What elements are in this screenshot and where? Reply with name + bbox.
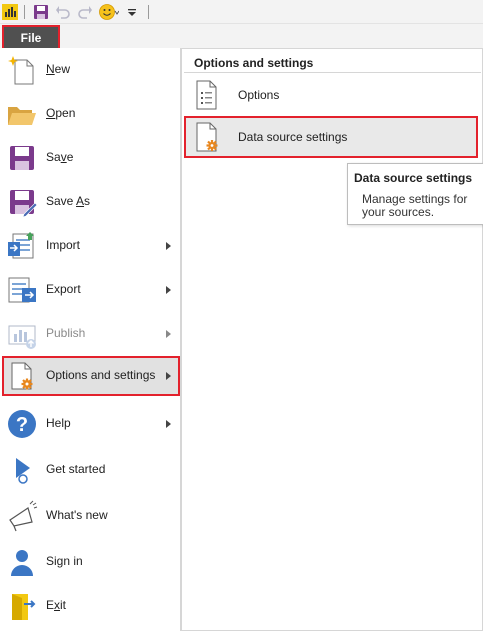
tooltip-title: Data source settings xyxy=(354,171,473,185)
smiley-feedback-icon[interactable] xyxy=(98,2,120,22)
import-icon xyxy=(6,230,38,262)
menu-item-label: Get started xyxy=(46,462,106,476)
options-page-icon xyxy=(191,79,223,111)
toolbar-separator xyxy=(148,5,149,19)
power-bi-logo-icon xyxy=(2,2,18,22)
panel-title: Options and settings xyxy=(194,56,314,70)
menu-item-export[interactable]: Export xyxy=(2,270,180,310)
export-icon xyxy=(6,274,38,306)
menu-item-save-as[interactable]: Save As xyxy=(2,182,180,222)
menu-item-options-and-settings[interactable]: Options and settings xyxy=(2,356,180,396)
data-source-settings-tooltip: Data source settings Manage settings for… xyxy=(347,163,483,225)
submenu-arrow-icon xyxy=(166,330,171,338)
redo-icon[interactable] xyxy=(76,2,94,22)
save-as-icon xyxy=(6,186,38,218)
undo-icon[interactable] xyxy=(54,2,72,22)
panel-divider xyxy=(184,72,481,73)
menu-item-whats-new[interactable]: What's new xyxy=(2,496,180,536)
file-tab[interactable]: File xyxy=(2,25,60,50)
quick-access-toolbar xyxy=(0,0,483,24)
user-icon xyxy=(6,546,38,578)
panel-item-label: Options xyxy=(238,88,280,102)
menu-item-sign-in[interactable]: Sign in xyxy=(2,542,180,582)
menu-item-get-started[interactable]: Get started xyxy=(2,450,180,490)
menu-item-label: New xyxy=(46,62,71,76)
menu-item-label: Publish xyxy=(46,326,86,340)
exit-icon xyxy=(6,590,38,622)
menu-item-label: Open xyxy=(46,106,76,120)
megaphone-icon xyxy=(6,500,38,532)
submenu-arrow-icon xyxy=(166,420,171,428)
menu-item-label: Help xyxy=(46,416,71,430)
toolbar-separator xyxy=(24,5,25,19)
menu-item-exit[interactable]: Exit xyxy=(2,586,180,626)
menu-item-open[interactable]: Open xyxy=(2,94,180,134)
publish-icon xyxy=(6,318,38,350)
data-source-settings-icon xyxy=(191,121,223,153)
options-settings-icon xyxy=(6,360,38,392)
menu-item-save[interactable]: Save xyxy=(2,138,180,178)
menu-item-help[interactable]: ? Help xyxy=(2,404,180,444)
new-file-icon xyxy=(6,54,38,86)
options-settings-panel: Options and settings Options Data source… xyxy=(181,48,483,631)
save-icon xyxy=(6,142,38,174)
menu-item-label: Import xyxy=(46,238,81,252)
menu-item-label: Options and settings xyxy=(46,368,156,382)
submenu-arrow-icon xyxy=(166,242,171,250)
menu-item-import[interactable]: Import xyxy=(2,226,180,266)
folder-open-icon xyxy=(6,98,38,130)
customize-toolbar-icon[interactable] xyxy=(126,2,138,22)
help-icon: ? xyxy=(6,408,38,440)
panel-item-data-source-settings[interactable]: Data source settings xyxy=(184,116,478,158)
backstage-menu: New Open Save Save As Import Export Publ… xyxy=(0,48,181,631)
menu-item-label: Exit xyxy=(46,598,67,612)
menu-item-publish: Publish xyxy=(2,314,180,354)
menu-item-label: Save xyxy=(46,150,74,164)
save-icon[interactable] xyxy=(32,2,50,22)
submenu-arrow-icon xyxy=(166,372,171,380)
ribbon-tab-row xyxy=(0,24,483,48)
menu-item-new[interactable]: New xyxy=(2,50,180,90)
get-started-icon xyxy=(6,454,38,486)
menu-item-label: Save As xyxy=(46,194,91,208)
svg-text:?: ? xyxy=(16,414,28,436)
menu-item-label: What's new xyxy=(46,508,108,522)
panel-item-options[interactable]: Options xyxy=(184,74,478,116)
tooltip-description: Manage settings for your sources. xyxy=(362,192,468,219)
panel-item-label: Data source settings xyxy=(238,130,348,144)
menu-item-label: Export xyxy=(46,282,81,296)
menu-item-label: Sign in xyxy=(46,554,83,568)
submenu-arrow-icon xyxy=(166,286,171,294)
